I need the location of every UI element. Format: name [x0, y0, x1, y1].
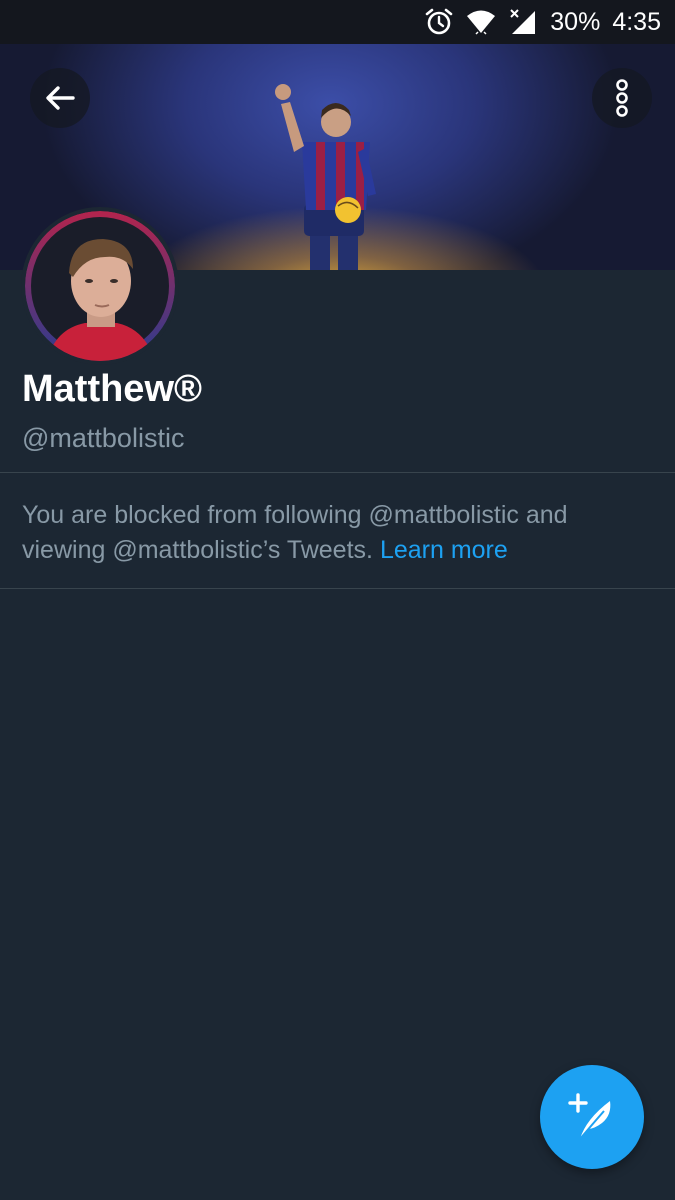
divider: [0, 472, 675, 473]
avatar: [25, 211, 175, 361]
more-options-button[interactable]: [592, 68, 652, 128]
status-indicators: 30% 4:35: [424, 0, 661, 44]
compose-tweet-button[interactable]: [540, 1065, 644, 1169]
profile-avatar[interactable]: [21, 207, 179, 365]
learn-more-link[interactable]: Learn more: [380, 536, 508, 564]
clock-time: 4:35: [612, 7, 661, 36]
more-vertical-icon: [616, 79, 628, 117]
status-bar: 30% 4:35: [0, 0, 675, 44]
alarm-icon: [425, 8, 453, 35]
blocked-notice: You are blocked from following @mattboli…: [22, 498, 652, 568]
avatar-photo: [25, 211, 175, 361]
profile-handle: @mattbolistic: [22, 423, 185, 453]
back-button[interactable]: [30, 68, 90, 128]
compose-tweet-icon: [568, 1093, 611, 1140]
wifi-icon: [467, 10, 496, 35]
profile-name: Matthew®: [22, 368, 202, 410]
signal-icon: [510, 9, 536, 34]
battery-level: 30%: [550, 7, 601, 36]
arrow-left-icon: [46, 86, 75, 110]
divider: [0, 588, 675, 589]
